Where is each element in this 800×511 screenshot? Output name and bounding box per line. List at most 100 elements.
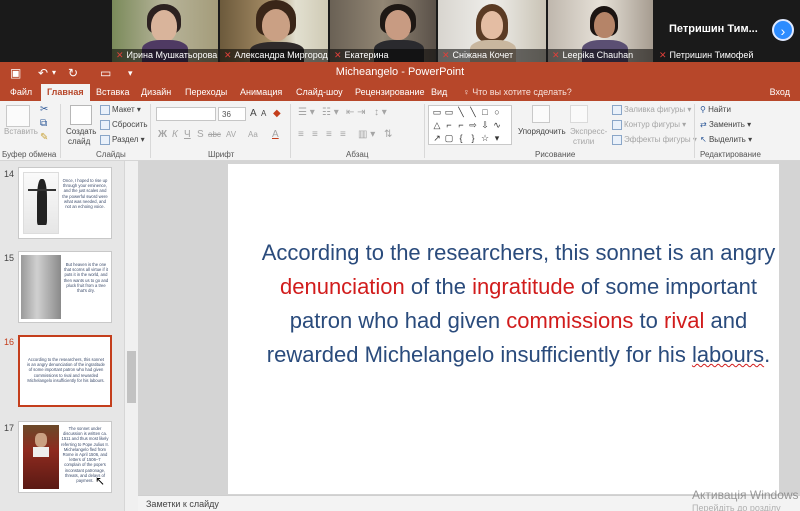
columns-icon[interactable]: ▥ ▾ <box>358 129 375 140</box>
reset-button[interactable]: Сбросить <box>100 120 148 130</box>
ribbon-home: Вставить ✂ ⧉ ✎ Буфер обмена Создать слай… <box>0 101 800 161</box>
video-tile-participant-2[interactable]: ✕Александра Миргородс... <box>220 0 328 62</box>
signin-link[interactable]: Вход <box>770 87 790 97</box>
arrange-button[interactable]: Упорядочить <box>518 127 566 136</box>
indent-icon[interactable]: ⇤ ⇥ <box>346 107 366 118</box>
tab-review[interactable]: Рецензирование <box>355 87 425 97</box>
line-spacing-icon[interactable]: ↕ ▾ <box>374 107 387 118</box>
quick-styles-button[interactable]: Экспресс- <box>570 127 607 136</box>
shape-rectangle-icon[interactable]: ▭ <box>431 107 443 118</box>
video-tile-active-speaker[interactable]: Петришин Тим... ✕ Петришин Тимофей <box>655 0 770 62</box>
paste-button[interactable]: Вставить <box>4 127 38 136</box>
shape-more-icon[interactable]: ▾ <box>491 133 503 144</box>
shape-curve-icon[interactable]: ∿ <box>491 120 503 131</box>
character-spacing-button[interactable]: AV <box>226 130 236 139</box>
shapes-gallery[interactable]: ▭ ▭ ╲ ╲ □ ○ △ ⌐ ⌐ ⇨ ⇩ ∿ ↗ ▢ { } ☆ ▾ <box>428 105 512 145</box>
new-slide-button[interactable]: Создать <box>66 127 96 136</box>
shape-rounded-icon[interactable]: ▢ <box>443 133 455 144</box>
shape-arrow-icon[interactable]: ⇩ <box>479 120 491 131</box>
select-button[interactable]: ↖ Выделить ▾ <box>700 135 752 144</box>
shrink-font-button[interactable]: A <box>261 109 266 118</box>
text-direction-icon[interactable]: ⇅ <box>384 129 392 140</box>
tab-home[interactable]: Главная <box>41 84 90 101</box>
slide-thumbnail-17[interactable]: The sonnet under discussion is written c… <box>18 421 112 493</box>
slide-thumbnail-14[interactable]: Once, I hoped to rise up through your em… <box>18 167 112 239</box>
group-label-editing: Редактирование <box>700 150 761 159</box>
shape-rectangle-icon[interactable]: □ <box>479 107 491 118</box>
layout-button[interactable]: Макет ▾ <box>100 105 141 115</box>
next-page-arrow-button[interactable]: › <box>772 19 794 41</box>
video-tile-participant-3[interactable]: ✕ Екатерина <box>330 0 436 62</box>
arrange-icon[interactable] <box>532 105 550 123</box>
align-center-icon[interactable]: ≡ <box>312 129 318 140</box>
tab-slideshow[interactable]: Слайд-шоу <box>296 87 343 97</box>
bullets-icon[interactable]: ☰ ▾ <box>298 107 315 118</box>
cut-icon[interactable]: ✂ <box>40 104 48 115</box>
group-label-font: Шрифт <box>208 150 235 159</box>
paste-icon[interactable] <box>6 105 30 127</box>
muted-mic-icon: ✕ <box>659 50 667 60</box>
sculpture-image <box>21 255 61 319</box>
quick-styles-button-line2[interactable]: стили <box>573 137 594 146</box>
shape-oval-icon[interactable]: ○ <box>491 107 503 118</box>
font-name-field[interactable] <box>156 107 216 121</box>
group-label-slides: Слайды <box>96 150 126 159</box>
tab-insert[interactable]: Вставка <box>96 87 129 97</box>
slide-thumbnail-text: Once, I hoped to rise up through your em… <box>62 178 108 210</box>
shape-outline-button[interactable]: Контур фигуры ▾ <box>612 120 686 130</box>
copy-icon[interactable]: ⧉ <box>40 118 47 129</box>
change-case-button[interactable]: Aa <box>248 130 258 139</box>
thumbnail-scrollbar[interactable] <box>124 161 138 511</box>
shape-triangle-icon[interactable]: △ <box>431 120 443 131</box>
scrollbar-thumb[interactable] <box>127 351 136 403</box>
tab-transitions[interactable]: Переходы <box>185 87 227 97</box>
format-painter-icon[interactable]: ✎ <box>40 132 48 143</box>
align-right-icon[interactable]: ≡ <box>326 129 332 140</box>
shape-arrow-icon[interactable]: ⇨ <box>467 120 479 131</box>
new-slide-icon[interactable] <box>70 105 92 125</box>
current-slide[interactable]: According to the researchers, this sonne… <box>228 164 779 494</box>
shape-brace-icon[interactable]: } <box>467 133 479 144</box>
grow-font-button[interactable]: A <box>250 108 257 119</box>
section-button[interactable]: Раздел ▾ <box>100 135 145 145</box>
underline-button[interactable]: Ч <box>184 129 191 140</box>
tab-animations[interactable]: Анимация <box>240 87 282 97</box>
replace-button[interactable]: ⇄ Заменить ▾ <box>700 120 751 129</box>
shape-connector-icon[interactable]: ⌐ <box>443 120 455 131</box>
notes-placeholder[interactable]: Заметки к слайду <box>146 499 219 509</box>
strikethrough-button[interactable]: abc <box>208 130 221 139</box>
shape-effects-button[interactable]: Эффекты фигуры ▾ <box>612 135 697 145</box>
justify-icon[interactable]: ≡ <box>340 129 346 140</box>
shape-fill-button[interactable]: Заливка фигуры ▾ <box>612 105 691 115</box>
numbering-icon[interactable]: ☷ ▾ <box>322 107 339 118</box>
tell-me-search[interactable]: ♀ Что вы хотите сделать? <box>463 87 572 97</box>
font-size-field[interactable]: 36 <box>218 107 246 121</box>
shape-arrow-icon[interactable]: ↗ <box>431 133 443 144</box>
slide-text-run: . <box>764 342 771 367</box>
font-color-button[interactable]: A <box>272 129 279 140</box>
clear-formatting-icon[interactable]: ◆ <box>273 108 281 119</box>
bold-button[interactable]: Ж <box>158 129 167 140</box>
shape-rectangle-icon[interactable]: ▭ <box>443 107 455 118</box>
slide-thumbnail-16-selected[interactable]: According to the researchers, this sonne… <box>18 335 112 407</box>
shape-line-icon[interactable]: ╲ <box>467 107 479 118</box>
shadow-button[interactable]: S <box>197 129 204 140</box>
italic-button[interactable]: К <box>172 129 178 140</box>
tab-file[interactable]: Файл <box>10 87 32 97</box>
video-tile-participant-1[interactable]: ✕ Ирина Мушкатьорова <box>112 0 218 62</box>
slide-body-text[interactable]: According to the researchers, this sonne… <box>258 236 779 372</box>
quick-styles-icon[interactable] <box>570 105 588 123</box>
slide-thumbnail-15[interactable]: But heaven is the one that scorns all vi… <box>18 251 112 323</box>
video-tile-participant-4[interactable]: ✕ Сніжана Кочет <box>438 0 546 62</box>
shape-brace-icon[interactable]: { <box>455 133 467 144</box>
align-left-icon[interactable]: ≡ <box>298 129 304 140</box>
new-slide-button-line2[interactable]: слайд <box>68 137 90 146</box>
tab-design[interactable]: Дизайн <box>141 87 171 97</box>
video-tile-participant-5[interactable]: ✕ Leepika Chauhan <box>548 0 653 62</box>
tab-view[interactable]: Вид <box>431 87 447 97</box>
slide-text-run: According to the researchers, this sonne… <box>261 240 776 265</box>
find-button[interactable]: ⚲ Найти <box>700 105 731 114</box>
shape-line-icon[interactable]: ╲ <box>455 107 467 118</box>
shape-star-icon[interactable]: ☆ <box>479 133 491 144</box>
shape-connector-icon[interactable]: ⌐ <box>455 120 467 131</box>
